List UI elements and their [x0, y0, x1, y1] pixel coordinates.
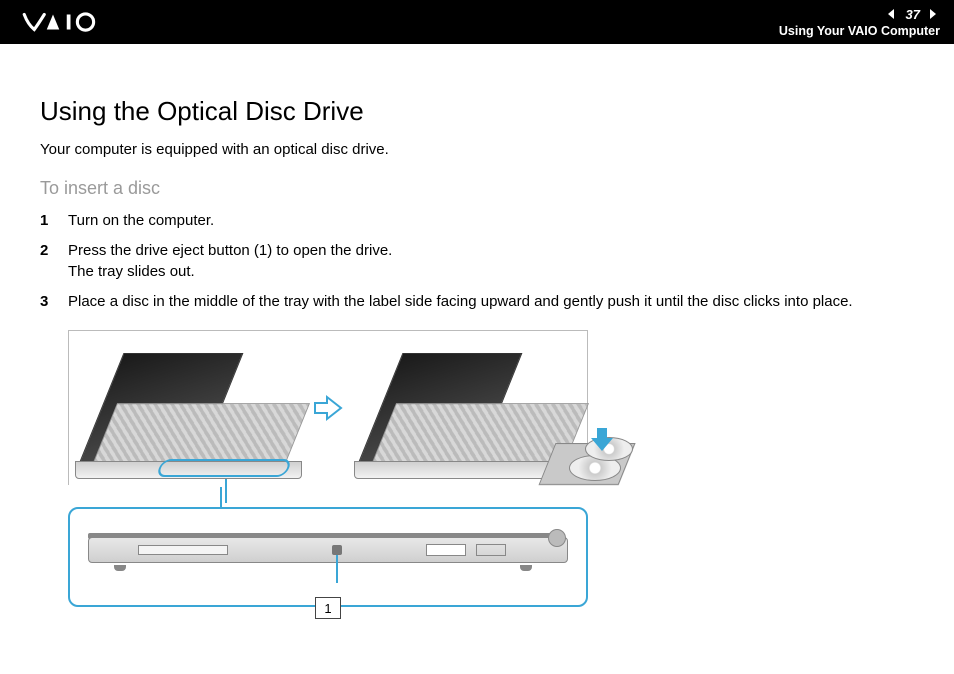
illustration-top-row	[68, 330, 588, 485]
step-text: Turn on the computer.	[68, 211, 914, 231]
step-number: 3	[40, 292, 68, 312]
page-title: Using the Optical Disc Drive	[40, 96, 914, 127]
step-number: 1	[40, 211, 68, 231]
intro-text: Your computer is equipped with an optica…	[40, 141, 914, 158]
port-icon	[426, 544, 466, 556]
subheading: To insert a disc	[40, 178, 914, 199]
page-content: Using the Optical Disc Drive Your comput…	[0, 44, 954, 607]
step-item: 2 Press the drive eject button (1) to op…	[40, 241, 914, 282]
laptop-open-tray-panel	[354, 337, 581, 479]
page-number: 37	[906, 7, 920, 22]
sequence-arrow-icon	[312, 394, 344, 422]
vaio-logo	[18, 12, 128, 32]
prev-page-arrow-icon[interactable]	[886, 8, 900, 20]
header-right: 37 Using Your VAIO Computer	[779, 7, 940, 38]
eject-button-marker	[332, 545, 342, 555]
step-item: 1 Turn on the computer.	[40, 211, 914, 231]
step-text: Press the drive eject button (1) to open…	[68, 241, 914, 282]
next-page-arrow-icon[interactable]	[926, 8, 940, 20]
laptop-side-profile	[80, 523, 576, 581]
step-item: 3 Place a disc in the middle of the tray…	[40, 292, 914, 312]
step-text: Place a disc in the middle of the tray w…	[68, 292, 914, 312]
illustration-side-view: 1	[68, 507, 588, 607]
callout-label: 1	[315, 597, 341, 619]
illustration: 1	[68, 330, 588, 607]
steps-list: 1 Turn on the computer. 2 Press the driv…	[40, 211, 914, 312]
step-number: 2	[40, 241, 68, 261]
laptop-closed-tray-panel	[75, 337, 302, 479]
section-label: Using Your VAIO Computer	[779, 24, 940, 38]
header-bar: 37 Using Your VAIO Computer	[0, 0, 954, 44]
drive-highlight	[155, 459, 292, 477]
card-slot	[138, 545, 228, 555]
port-icon	[476, 544, 506, 556]
insert-arrow-icon	[591, 426, 613, 457]
